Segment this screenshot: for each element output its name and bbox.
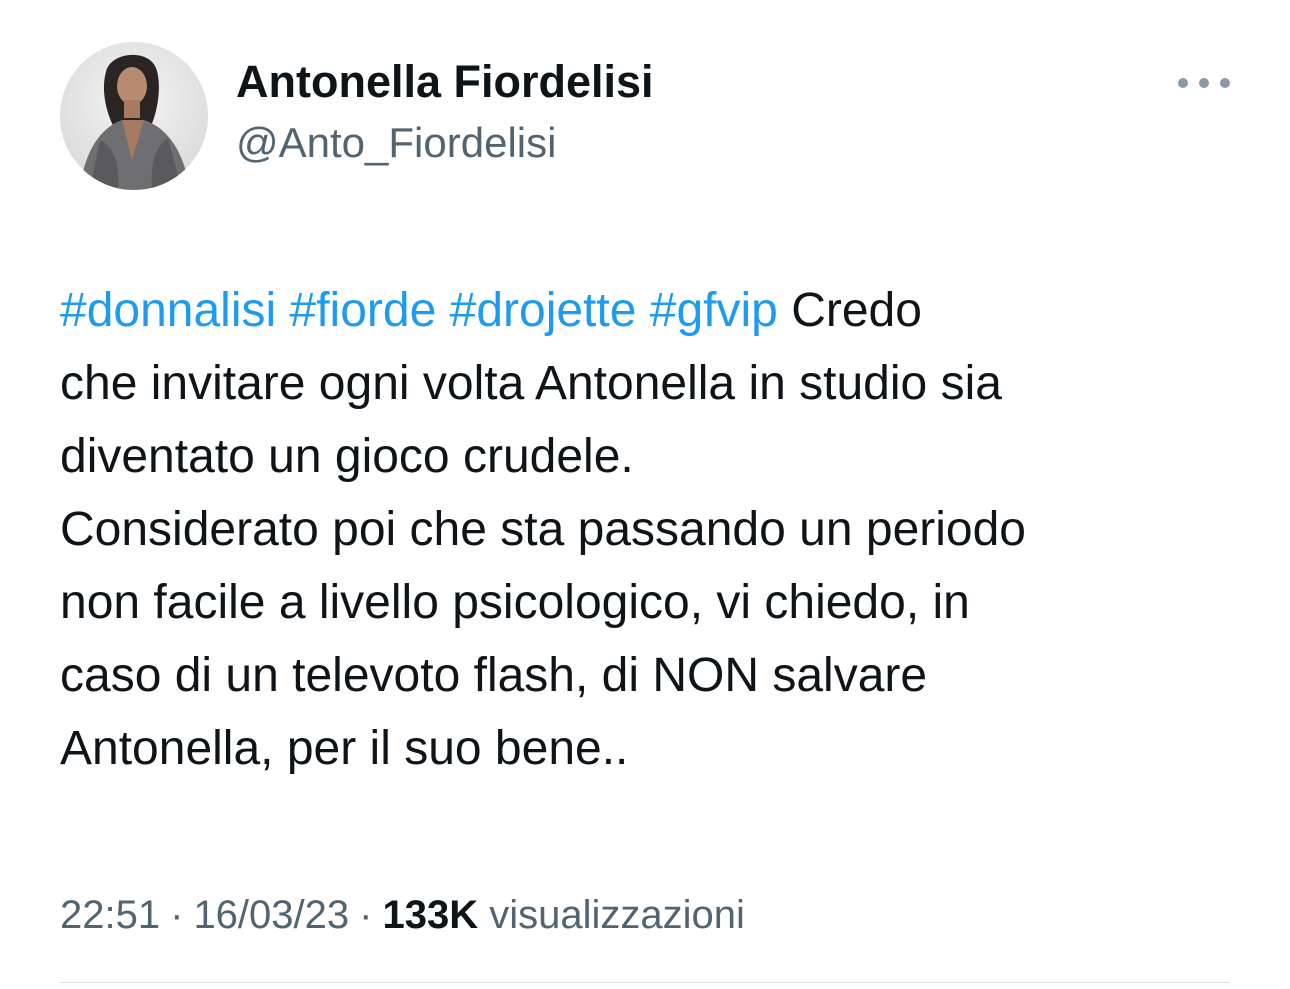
author-handle[interactable]: @Anto_Fiordelisi — [236, 116, 654, 170]
tweet-line: #donnalisi #fiorde #drojette #gfvip Cred… — [60, 274, 1240, 347]
tweet-line: che invitare ogni volta Antonella in stu… — [60, 357, 1002, 410]
divider — [60, 982, 1230, 983]
tweet-date[interactable]: 16/03/23 — [193, 893, 349, 937]
views-label: visualizzazioni — [489, 893, 745, 937]
dot-icon — [1220, 78, 1230, 88]
hashtag-link[interactable]: #gfvip — [650, 284, 778, 337]
author-block: Antonella Fiordelisi @Anto_Fiordelisi — [236, 54, 654, 170]
hashtag-link[interactable]: #drojette — [450, 284, 637, 337]
tweet-text: #donnalisi #fiorde #drojette #gfvip Cred… — [60, 274, 1240, 785]
hashtag-link[interactable]: #donnalisi — [60, 284, 276, 337]
tweet-meta: 22:51 · 16/03/23 · 133K visualizzazioni — [60, 884, 745, 946]
more-options-button[interactable] — [1178, 70, 1230, 96]
profile-photo-icon — [60, 42, 208, 190]
author-name[interactable]: Antonella Fiordelisi — [236, 54, 654, 110]
tweet-line: non facile a livello psicologico, vi chi… — [60, 576, 970, 629]
tweet-line: Considerato poi che sta passando un peri… — [60, 503, 1026, 556]
tweet-card: Antonella Fiordelisi @Anto_Fiordelisi #d… — [0, 0, 1290, 989]
views-count: 133K — [382, 893, 479, 937]
tweet-time[interactable]: 22:51 — [60, 893, 160, 937]
dot-icon — [1178, 78, 1188, 88]
tweet-line: caso di un televoto flash, di NON salvar… — [60, 649, 928, 702]
meta-separator: · — [359, 893, 373, 937]
tweet-text-fragment: Credo — [791, 284, 922, 337]
tweet-line: Antonella, per il suo bene.. — [60, 722, 629, 775]
dot-icon — [1199, 78, 1209, 88]
hashtag-link[interactable]: #fiorde — [290, 284, 437, 337]
avatar[interactable] — [60, 42, 208, 190]
meta-separator: · — [170, 893, 184, 937]
tweet-line: diventato un gioco crudele. — [60, 430, 634, 483]
